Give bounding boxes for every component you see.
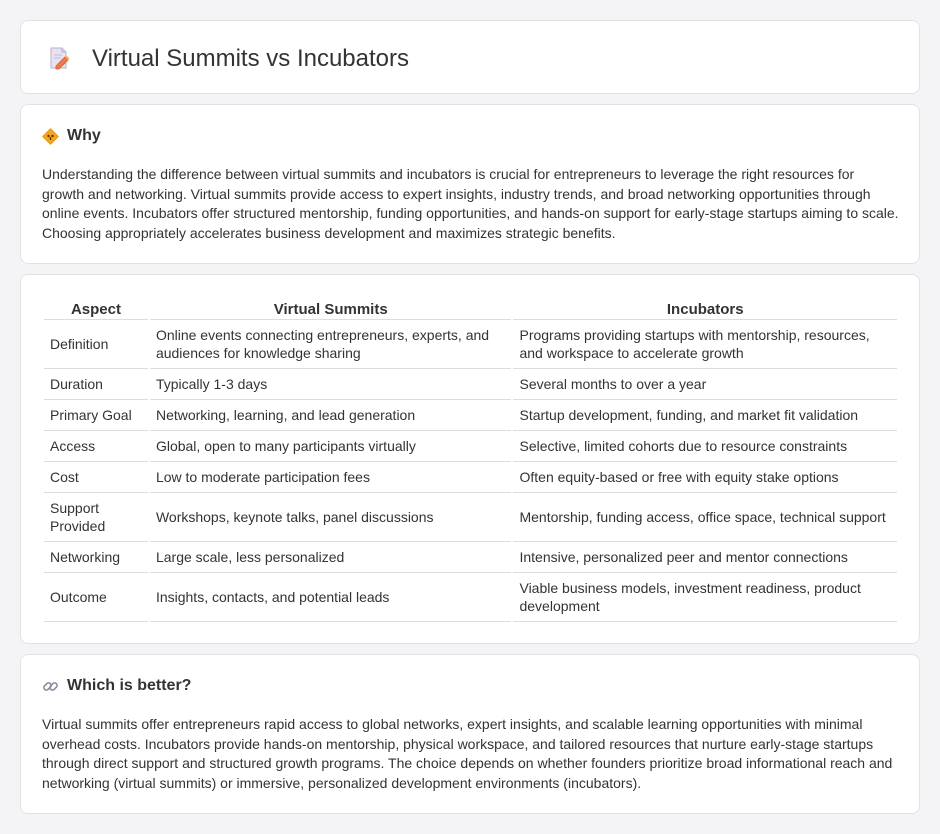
row-incubators: Several months to over a year — [513, 369, 897, 400]
row-aspect: Outcome — [44, 573, 148, 622]
table-header-row: Aspect Virtual Summits Incubators — [44, 295, 897, 320]
comparison-table: Aspect Virtual Summits Incubators Defini… — [42, 295, 899, 622]
header-card: Virtual Summits vs Incubators — [20, 20, 920, 94]
row-incubators: Mentorship, funding access, office space… — [513, 493, 897, 542]
row-virtual-summits: Typically 1-3 days — [149, 369, 512, 400]
row-incubators: Intensive, personalized peer and mentor … — [513, 542, 897, 573]
row-aspect: Access — [44, 431, 148, 462]
why-text: Understanding the difference between vir… — [42, 166, 899, 241]
row-incubators: Startup development, funding, and market… — [513, 400, 897, 431]
table-row: Definition Online events connecting entr… — [44, 320, 897, 369]
row-virtual-summits: Low to moderate participation fees — [149, 462, 512, 493]
row-aspect: Networking — [44, 542, 148, 573]
row-virtual-summits: Insights, contacts, and potential leads — [149, 573, 512, 622]
table-row: Duration Typically 1-3 days Several mont… — [44, 369, 897, 400]
row-virtual-summits: Global, open to many participants virtua… — [149, 431, 512, 462]
row-aspect: Primary Goal — [44, 400, 148, 431]
comparison-card: Aspect Virtual Summits Incubators Defini… — [20, 274, 920, 644]
table-row: Cost Low to moderate participation fees … — [44, 462, 897, 493]
table-row: Outcome Insights, contacts, and potentia… — [44, 573, 897, 622]
header-virtual-summits: Virtual Summits — [149, 295, 512, 320]
why-section: Why Understanding the difference between… — [20, 104, 920, 264]
link-icon — [43, 681, 58, 691]
row-incubators: Selective, limited cohorts due to resour… — [513, 431, 897, 462]
row-aspect: Support Provided — [44, 493, 148, 542]
which-is-better-section: Which is better? Virtual summits offer e… — [20, 654, 920, 814]
better-title: Which is better? — [67, 677, 192, 694]
table-row: Networking Large scale, less personalize… — [44, 542, 897, 573]
page-title: Virtual Summits vs Incubators — [92, 45, 410, 72]
row-aspect: Cost — [44, 462, 148, 493]
document-pencil-icon — [50, 47, 70, 70]
table-row: Support Provided Workshops, keynote talk… — [44, 493, 897, 542]
better-text: Virtual summits offer entrepreneurs rapi… — [42, 716, 893, 791]
row-virtual-summits: Networking, learning, and lead generatio… — [149, 400, 512, 431]
row-virtual-summits: Workshops, keynote talks, panel discussi… — [149, 493, 512, 542]
row-aspect: Definition — [44, 320, 148, 369]
table-row: Access Global, open to many participants… — [44, 431, 897, 462]
header-aspect: Aspect — [44, 295, 148, 320]
row-incubators: Viable business models, investment readi… — [513, 573, 897, 622]
better-heading: Which is better? — [42, 677, 191, 695]
diamond-sign-icon — [42, 127, 59, 145]
table-row: Primary Goal Networking, learning, and l… — [44, 400, 897, 431]
why-heading: Why — [42, 127, 101, 145]
header-incubators: Incubators — [513, 295, 897, 320]
row-virtual-summits: Online events connecting entrepreneurs, … — [149, 320, 512, 369]
row-incubators: Often equity-based or free with equity s… — [513, 462, 897, 493]
row-aspect: Duration — [44, 369, 148, 400]
row-virtual-summits: Large scale, less personalized — [149, 542, 512, 573]
row-incubators: Programs providing startups with mentors… — [513, 320, 897, 369]
why-title: Why — [67, 127, 101, 144]
